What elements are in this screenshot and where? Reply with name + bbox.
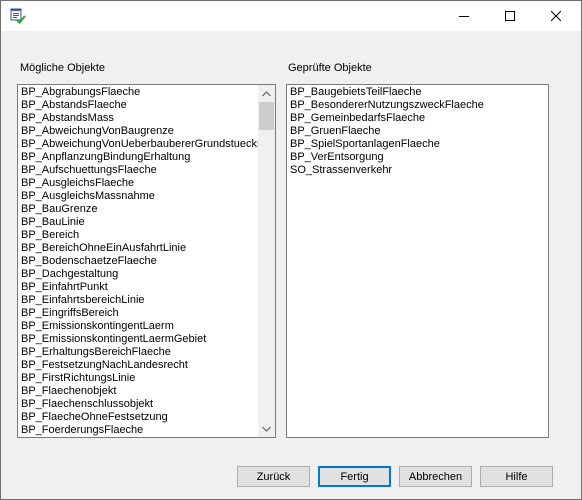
list-item[interactable]: BP_BodenschaetzeFlaeche xyxy=(18,255,263,268)
title-bar xyxy=(1,1,581,31)
list-item[interactable]: BP_EinfahrtsbereichLinie xyxy=(18,294,263,307)
checked-objects-label: Geprüfte Objekte xyxy=(288,62,372,74)
list-item[interactable]: BP_Flaechenschlussobjekt xyxy=(18,398,263,411)
list-item[interactable]: BP_FestsetzungNachLandesrecht xyxy=(18,359,263,372)
list-item[interactable]: BP_AbstandsFlaeche xyxy=(18,99,263,112)
possible-list-scrollbar[interactable] xyxy=(258,85,275,437)
cancel-button[interactable]: Abbrechen xyxy=(399,466,472,487)
list-item[interactable]: BP_EmissionskontingentLaermGebiet xyxy=(18,333,263,346)
scroll-down-button[interactable] xyxy=(258,420,275,437)
list-item[interactable]: BP_BauGrenze xyxy=(18,203,263,216)
list-item[interactable]: BP_EmissionskontingentLaerm xyxy=(18,320,263,333)
list-item[interactable]: BP_AnpflanzungBindungErhaltung xyxy=(18,151,263,164)
checked-objects-list[interactable]: BP_BaugebietsTeilFlaeche BP_BesondererNut… xyxy=(286,84,549,438)
list-item[interactable]: BP_Flaechenobjekt xyxy=(18,385,263,398)
list-item[interactable]: BP_ErhaltungsBereichFlaeche xyxy=(18,346,263,359)
scroll-thumb[interactable] xyxy=(259,102,274,130)
scroll-up-button[interactable] xyxy=(258,85,275,102)
list-item[interactable]: BP_AufschuettungsFlaeche xyxy=(18,164,263,177)
back-button[interactable]: Zurück xyxy=(237,466,310,487)
list-item[interactable]: BP_EingriffsBereich xyxy=(18,307,263,320)
maximize-icon xyxy=(505,11,515,21)
list-item[interactable]: BP_BereichOhneEinAusfahrtLinie xyxy=(18,242,263,255)
possible-objects-list[interactable]: BP_AbgrabungsFlaeche BP_AbstandsFlaeche BP… xyxy=(17,84,276,438)
list-item[interactable]: BP_AusgleichsMassnahme xyxy=(18,190,263,203)
list-item[interactable]: BP_VerEntsorgung xyxy=(287,151,484,164)
close-button[interactable] xyxy=(533,1,579,31)
chevron-up-icon xyxy=(262,90,271,96)
minimize-icon xyxy=(459,16,469,17)
list-item[interactable]: BP_AbgrabungsFlaeche xyxy=(18,86,263,99)
list-item[interactable]: BP_AusgleichsFlaeche xyxy=(18,177,263,190)
list-item[interactable]: BP_FoerderungsFlaeche xyxy=(18,424,263,437)
dialog-window: Mögliche Objekte Geprüfte Objekte BP_Abg… xyxy=(0,0,582,500)
list-item[interactable]: BP_BesondererNutzungszweckFlaeche xyxy=(287,99,484,112)
close-icon xyxy=(551,11,561,21)
finish-button[interactable]: Fertig xyxy=(318,466,391,487)
chevron-down-icon xyxy=(262,426,271,432)
list-item[interactable]: BP_BauLinie xyxy=(18,216,263,229)
list-item[interactable]: BP_Bereich xyxy=(18,229,263,242)
list-item[interactable]: BP_AbstandsMass xyxy=(18,112,263,125)
list-item[interactable]: BP_GruenFlaeche xyxy=(287,125,484,138)
list-item[interactable]: BP_GemeinbedarfsFlaeche xyxy=(287,112,484,125)
list-item[interactable]: BP_BaugebietsTeilFlaeche xyxy=(287,86,484,99)
list-item[interactable]: BP_EinfahrtPunkt xyxy=(18,281,263,294)
list-item[interactable]: BP_Dachgestaltung xyxy=(18,268,263,281)
minimize-button[interactable] xyxy=(441,1,487,31)
list-item[interactable]: BP_SpielSportanlagenFlaeche xyxy=(287,138,484,151)
list-item[interactable]: BP_AbweichungVonBaugrenze xyxy=(18,125,263,138)
possible-objects-label: Mögliche Objekte xyxy=(20,62,105,74)
list-item[interactable]: BP_FirstRichtungsLinie xyxy=(18,372,263,385)
list-item[interactable]: BP_AbweichungVonUeberbaubererGrundstueck… xyxy=(18,138,263,151)
list-item[interactable]: SO_Strassenverkehr xyxy=(287,164,484,177)
list-item[interactable]: BP_FlaecheOhneFestsetzung xyxy=(18,411,263,424)
help-button[interactable]: Hilfe xyxy=(480,466,553,487)
maximize-button[interactable] xyxy=(487,1,533,31)
app-checklist-icon xyxy=(10,8,26,24)
